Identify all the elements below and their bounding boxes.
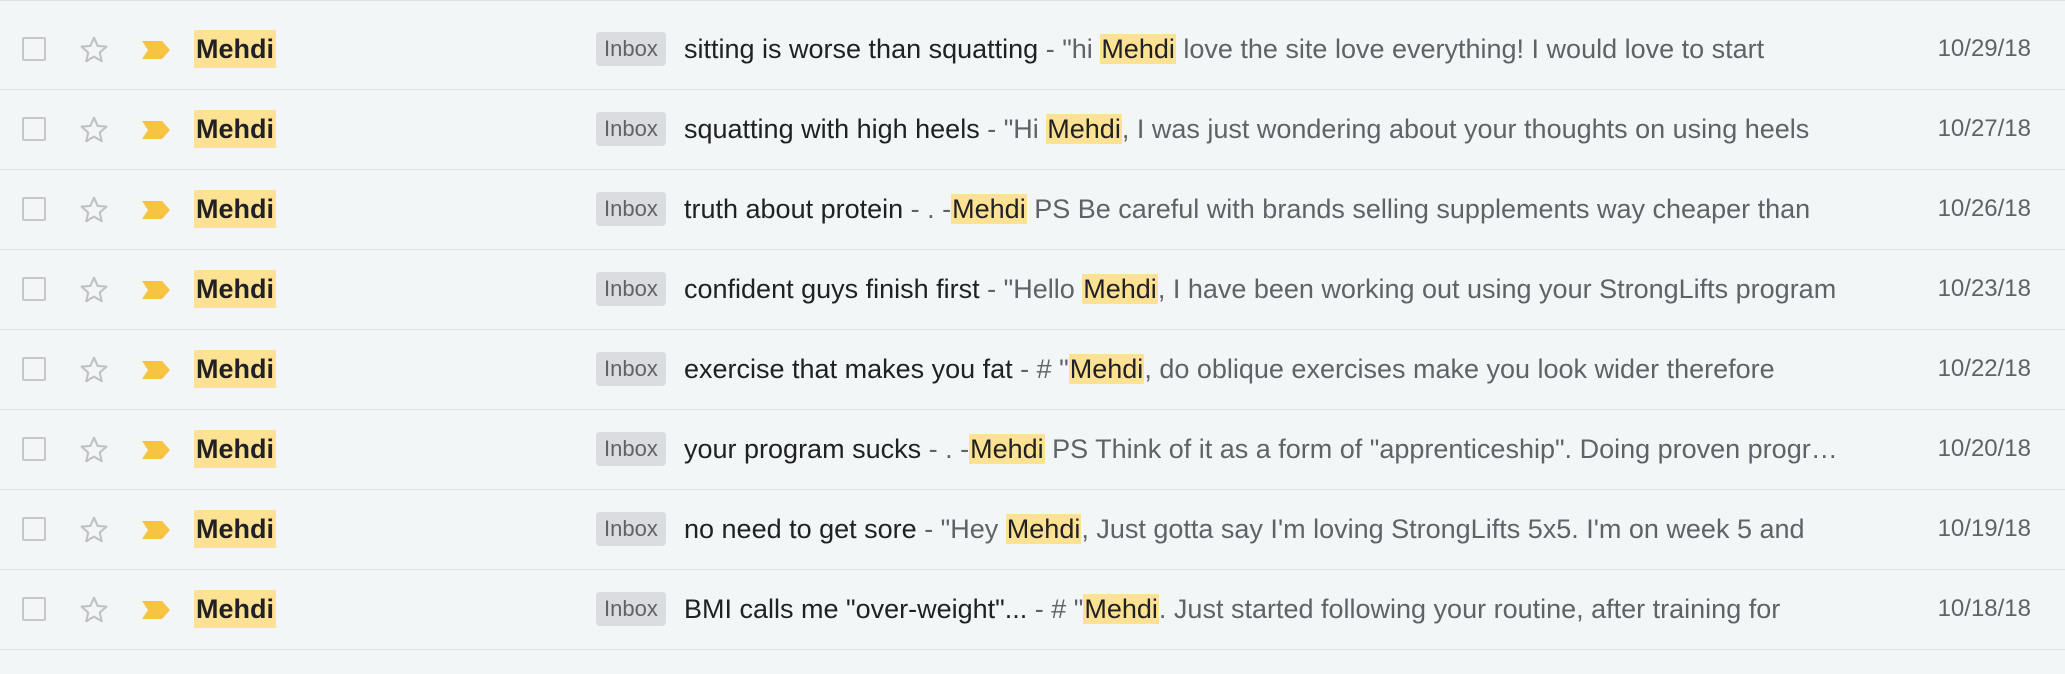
- importance-marker-icon[interactable]: [140, 278, 172, 302]
- email-subject: confident guys finish first: [684, 274, 980, 304]
- star-icon[interactable]: [78, 434, 110, 466]
- snippet-highlight: Mehdi: [951, 194, 1027, 224]
- snippet-prefix: - . -: [903, 194, 952, 224]
- snippet-highlight: Mehdi: [1005, 514, 1082, 544]
- sender-name: Mehdi: [194, 510, 276, 548]
- checkbox-icon[interactable]: [22, 117, 46, 141]
- email-subject: BMI calls me "over-weight"...: [684, 594, 1028, 624]
- snippet-rest: PS Think of it as a form of "apprentices…: [1044, 434, 1844, 464]
- snippet-rest: , do oblique exercises make you look wid…: [1144, 354, 1775, 384]
- email-preview: truth about protein - . -Mehdi PS Be car…: [684, 188, 1844, 230]
- snippet-rest: PS Be careful with brands selling supple…: [1026, 194, 1811, 224]
- sender-name: Mehdi: [194, 30, 276, 68]
- label-chip-inbox[interactable]: Inbox: [596, 32, 666, 66]
- snippet-rest: , I have been working out using your Str…: [1157, 274, 1837, 304]
- label-chip-inbox[interactable]: Inbox: [596, 272, 666, 306]
- email-preview: squatting with high heels - "Hi Mehdi, I…: [684, 108, 1844, 150]
- sender-name: Mehdi: [194, 110, 276, 148]
- email-date: 10/18/18: [1937, 595, 2031, 622]
- snippet-prefix: - # ": [1012, 354, 1069, 384]
- snippet-prefix: - "Hey: [916, 514, 1006, 544]
- star-icon[interactable]: [78, 194, 110, 226]
- email-row[interactable]: Mehdi Inbox your program sucks - . -Mehd…: [0, 410, 2065, 490]
- email-row[interactable]: Mehdi Inbox confident guys finish first …: [0, 250, 2065, 330]
- email-subject: squatting with high heels: [684, 114, 980, 144]
- email-date: 10/26/18: [1937, 195, 2031, 222]
- snippet-highlight: Mehdi: [969, 434, 1045, 464]
- label-chip-inbox[interactable]: Inbox: [596, 112, 666, 146]
- email-preview: sitting is worse than squatting - "hi Me…: [684, 28, 1844, 70]
- snippet-prefix: - "Hi: [979, 114, 1047, 144]
- email-row[interactable]: Mehdi Inbox sitting is worse than squatt…: [0, 10, 2065, 90]
- star-icon[interactable]: [78, 514, 110, 546]
- email-subject: your program sucks: [684, 434, 922, 464]
- email-preview: no need to get sore - "Hey Mehdi, Just g…: [684, 508, 1844, 550]
- snippet-prefix: - "Hello: [979, 274, 1083, 304]
- checkbox-icon[interactable]: [22, 597, 46, 621]
- checkbox-icon[interactable]: [22, 197, 46, 221]
- checkbox-icon[interactable]: [22, 37, 46, 61]
- snippet-prefix: - . -: [921, 434, 970, 464]
- email-row[interactable]: Mehdi Inbox no need to get sore - "Hey M…: [0, 490, 2065, 570]
- star-icon[interactable]: [78, 114, 110, 146]
- importance-marker-icon[interactable]: [140, 38, 172, 62]
- email-subject: sitting is worse than squatting: [684, 34, 1039, 64]
- label-chip-inbox[interactable]: Inbox: [596, 592, 666, 626]
- email-preview: exercise that makes you fat - # "Mehdi, …: [684, 348, 1844, 390]
- email-preview: confident guys finish first - "Hello Meh…: [684, 268, 1844, 310]
- snippet-highlight: Mehdi: [1083, 594, 1159, 624]
- email-subject: truth about protein: [684, 194, 904, 224]
- snippet-prefix: - # ": [1027, 594, 1084, 624]
- sender-name: Mehdi: [194, 190, 276, 228]
- email-subject: no need to get sore: [684, 514, 917, 544]
- checkbox-icon[interactable]: [22, 517, 46, 541]
- email-list: Mehdi Inbox sitting is worse than squatt…: [0, 0, 2065, 674]
- label-chip-inbox[interactable]: Inbox: [596, 352, 666, 386]
- sender-name: Mehdi: [194, 350, 276, 388]
- email-subject: exercise that makes you fat: [684, 354, 1013, 384]
- label-chip-inbox[interactable]: Inbox: [596, 512, 666, 546]
- email-date: 10/20/18: [1937, 435, 2031, 462]
- checkbox-icon[interactable]: [22, 357, 46, 381]
- label-chip-inbox[interactable]: Inbox: [596, 192, 666, 226]
- email-row[interactable]: Mehdi Inbox squatting with high heels - …: [0, 90, 2065, 170]
- snippet-highlight: Mehdi: [1082, 274, 1158, 304]
- snippet-highlight: Mehdi: [1068, 354, 1145, 384]
- snippet-highlight: Mehdi: [1100, 34, 1176, 64]
- snippet-rest: , I was just wondering about your though…: [1121, 114, 1810, 144]
- star-icon[interactable]: [78, 34, 110, 66]
- star-icon[interactable]: [78, 274, 110, 306]
- snippet-rest: , Just gotta say I'm loving StrongLifts …: [1081, 514, 1805, 544]
- importance-marker-icon[interactable]: [140, 598, 172, 622]
- email-date: 10/29/18: [1937, 35, 2031, 62]
- email-row[interactable]: Mehdi Inbox exercise that makes you fat …: [0, 330, 2065, 410]
- email-date: 10/19/18: [1937, 515, 2031, 542]
- importance-marker-icon[interactable]: [140, 438, 172, 462]
- snippet-rest: love the site love everything! I would l…: [1175, 34, 1765, 64]
- email-row[interactable]: Mehdi Inbox BMI calls me "over-weight"..…: [0, 570, 2065, 650]
- importance-marker-icon[interactable]: [140, 358, 172, 382]
- sender-name: Mehdi: [194, 270, 276, 308]
- sender-name: Mehdi: [194, 590, 276, 628]
- importance-marker-icon[interactable]: [140, 198, 172, 222]
- email-date: 10/22/18: [1937, 355, 2031, 382]
- snippet-highlight: Mehdi: [1046, 114, 1122, 144]
- star-icon[interactable]: [78, 594, 110, 626]
- importance-marker-icon[interactable]: [140, 518, 172, 542]
- email-date: 10/27/18: [1937, 115, 2031, 142]
- email-preview: BMI calls me "over-weight"... - # "Mehdi…: [684, 588, 1844, 630]
- email-row[interactable]: Mehdi Inbox truth about protein - . -Meh…: [0, 170, 2065, 250]
- importance-marker-icon[interactable]: [140, 118, 172, 142]
- checkbox-icon[interactable]: [22, 437, 46, 461]
- email-preview: your program sucks - . -Mehdi PS Think o…: [684, 428, 1844, 470]
- label-chip-inbox[interactable]: Inbox: [596, 432, 666, 466]
- snippet-prefix: - "hi: [1038, 34, 1101, 64]
- email-date: 10/23/18: [1937, 275, 2031, 302]
- star-icon[interactable]: [78, 354, 110, 386]
- sender-name: Mehdi: [194, 430, 276, 468]
- snippet-rest: . Just started following your routine, a…: [1158, 594, 1781, 624]
- checkbox-icon[interactable]: [22, 277, 46, 301]
